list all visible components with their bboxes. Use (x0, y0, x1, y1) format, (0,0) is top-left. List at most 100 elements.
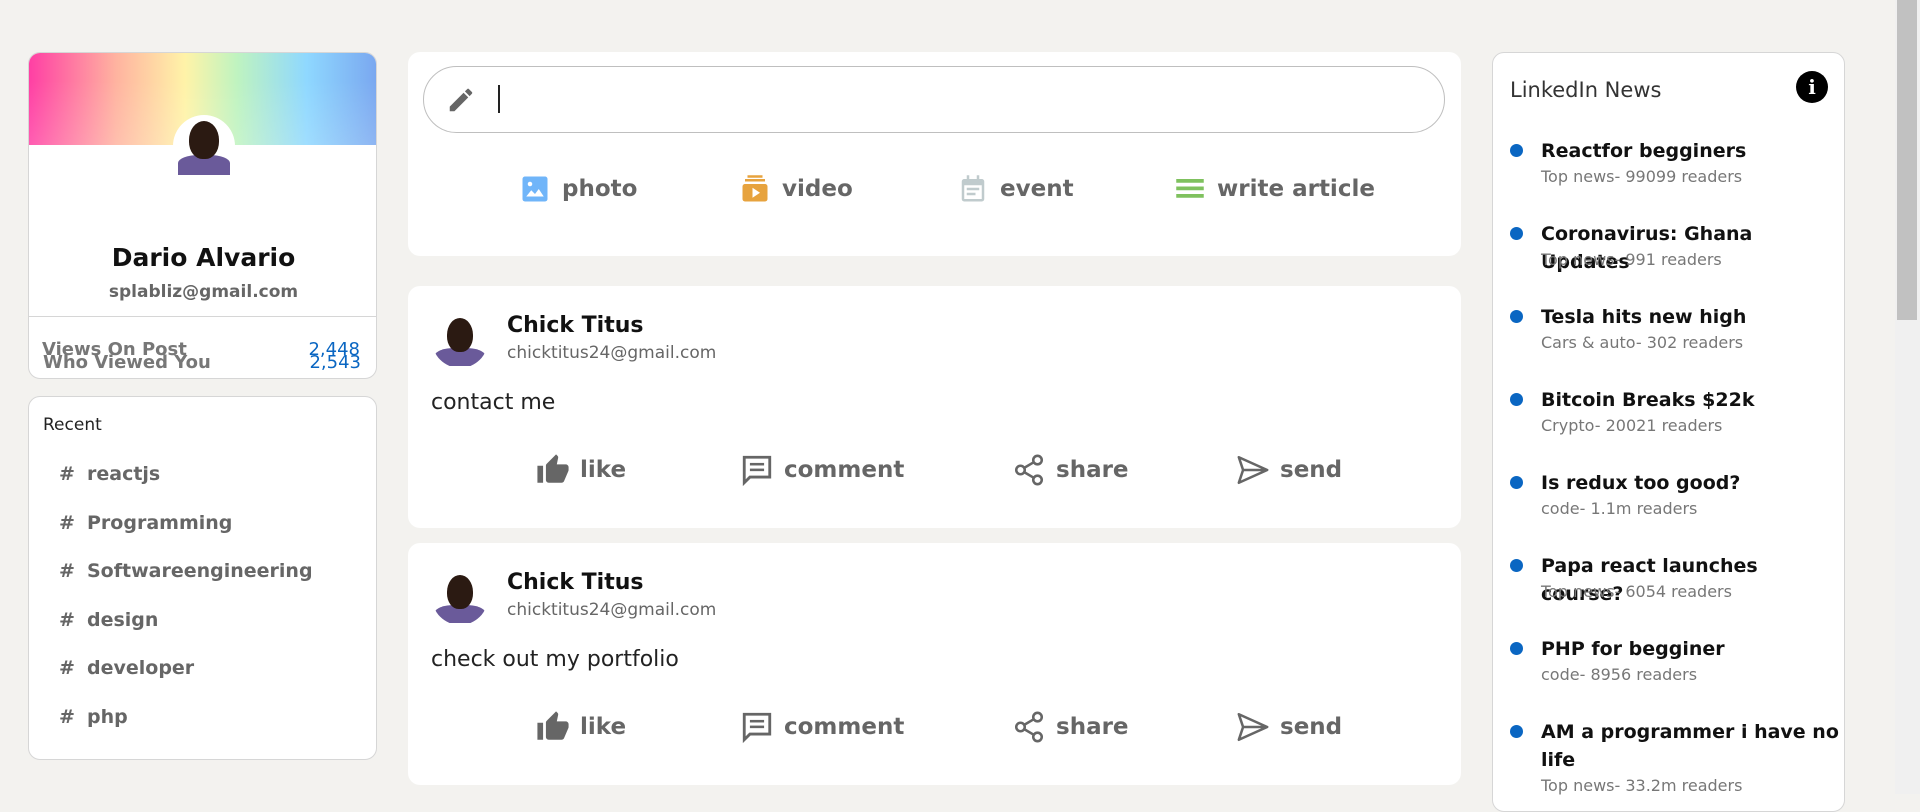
recent-item-programming[interactable]: # Programming (59, 512, 232, 534)
recent-item-label: Programming (87, 512, 233, 534)
avatar[interactable] (432, 569, 488, 625)
comment-icon (742, 712, 772, 744)
like-label: like (580, 714, 627, 740)
photo-icon (522, 176, 548, 202)
share-icon (1014, 454, 1044, 486)
news-subtitle: Top news- 33.2m readers (1541, 776, 1743, 795)
post-text: check out my portfolio (431, 647, 679, 672)
poster-name[interactable]: Chick Titus (507, 313, 644, 338)
divider (29, 316, 376, 317)
stat-value: 2,448 (308, 339, 360, 360)
profile-avatar[interactable] (173, 115, 235, 177)
news-headline: Bitcoin Breaks $22k (1541, 389, 1755, 411)
comment-button[interactable]: comment (740, 710, 904, 744)
share-button[interactable]: share (1012, 453, 1129, 487)
video-icon (742, 175, 768, 202)
thumbs-up-icon (537, 711, 569, 740)
info-icon[interactable]: i (1796, 71, 1828, 103)
hash-icon: # (59, 512, 75, 534)
comment-label: comment (784, 714, 905, 740)
recent-title: Recent (43, 415, 102, 435)
recent-item-softwareengineering[interactable]: # Softwareengineering (59, 560, 313, 582)
recent-item-php[interactable]: # php (59, 706, 128, 728)
bullet-icon (1510, 310, 1523, 323)
like-button[interactable]: like (536, 453, 626, 487)
share-button[interactable]: share (1012, 710, 1129, 744)
article-icon (1176, 179, 1204, 198)
write-article-label: write article (1217, 176, 1375, 202)
photo-label: photo (562, 176, 638, 202)
send-label: send (1280, 457, 1343, 483)
video-label: video (782, 176, 853, 202)
post-input[interactable] (423, 66, 1445, 133)
send-label: send (1280, 714, 1343, 740)
bullet-icon (1510, 642, 1523, 655)
news-headline: Is redux too good? (1541, 472, 1741, 494)
recent-item-label: developer (87, 657, 195, 679)
send-icon (1237, 455, 1269, 485)
recent-item-label: design (87, 609, 159, 631)
recent-card: Recent # reactjs # Programming # Softwareen… (28, 396, 377, 760)
pencil-icon (449, 88, 473, 112)
thumbs-up-icon (537, 454, 569, 483)
stat-label: Views On Post (42, 339, 187, 360)
poster-name[interactable]: Chick Titus (507, 570, 644, 595)
event-label: event (1000, 176, 1074, 202)
send-button[interactable]: send (1236, 710, 1342, 744)
bullet-icon (1510, 393, 1523, 406)
poster-email: chicktitus24@gmail.com (507, 600, 717, 620)
recent-item-reactjs[interactable]: # reactjs (59, 463, 160, 485)
photo-button[interactable]: photo (520, 174, 637, 204)
news-headline: AM a programmer i have no life (1541, 721, 1839, 771)
news-subtitle: Top news- 6054 readers (1541, 582, 1732, 601)
event-button[interactable]: event (958, 174, 1074, 204)
news-subtitle: Top news- 99099 readers (1541, 167, 1743, 186)
send-icon (1237, 712, 1269, 742)
recent-item-label: reactjs (87, 463, 161, 485)
comment-icon (742, 455, 772, 487)
profile-name: Dario Alvario (111, 243, 296, 272)
write-article-button[interactable]: write article (1175, 174, 1375, 204)
share-label: share (1056, 714, 1129, 740)
like-button[interactable]: like (536, 710, 626, 744)
news-subtitle: Top news- 991 readers (1541, 250, 1722, 269)
news-card: LinkedIn News i Reactfor begginers Top ne… (1492, 52, 1845, 812)
recent-item-label: php (87, 706, 128, 728)
post-text: contact me (431, 390, 556, 415)
poster-email: chicktitus24@gmail.com (507, 343, 717, 363)
profile-email: splabliz@gmail.com (108, 282, 299, 302)
share-label: share (1056, 457, 1129, 483)
hash-icon: # (59, 609, 75, 631)
bullet-icon (1510, 559, 1523, 572)
bullet-icon (1510, 227, 1523, 240)
bullet-icon (1510, 476, 1523, 489)
news-headline: Tesla hits new high (1541, 306, 1747, 328)
news-title: LinkedIn News (1510, 78, 1662, 102)
hash-icon: # (59, 463, 75, 485)
stat-views-on-post[interactable]: Views On Post 2,448 (42, 339, 360, 360)
recent-item-developer[interactable]: # developer (59, 657, 194, 679)
hash-icon: # (59, 706, 75, 728)
news-subtitle: Cars & auto- 302 readers (1541, 333, 1744, 352)
news-headline: Reactfor begginers (1541, 140, 1747, 162)
event-icon (961, 175, 985, 202)
comment-button[interactable]: comment (740, 453, 904, 487)
send-button[interactable]: send (1236, 453, 1342, 487)
news-headline: PHP for begginer (1541, 638, 1725, 660)
recent-item-label: Softwareengineering (87, 560, 313, 582)
hash-icon: # (59, 560, 75, 582)
avatar[interactable] (432, 312, 488, 368)
like-label: like (580, 457, 627, 483)
video-button[interactable]: video (740, 174, 853, 204)
bullet-icon (1510, 725, 1523, 738)
bullet-icon (1510, 144, 1523, 157)
comment-label: comment (784, 457, 905, 483)
scrollbar-thumb[interactable] (1897, 0, 1917, 320)
news-subtitle: Crypto- 20021 readers (1541, 416, 1723, 435)
recent-item-design[interactable]: # design (59, 609, 158, 631)
text-caret (498, 85, 500, 113)
news-subtitle: code- 8956 readers (1541, 665, 1698, 684)
news-subtitle: code- 1.1m readers (1541, 499, 1698, 518)
post-composer: photo video event write article (408, 52, 1461, 256)
share-icon (1014, 711, 1044, 743)
